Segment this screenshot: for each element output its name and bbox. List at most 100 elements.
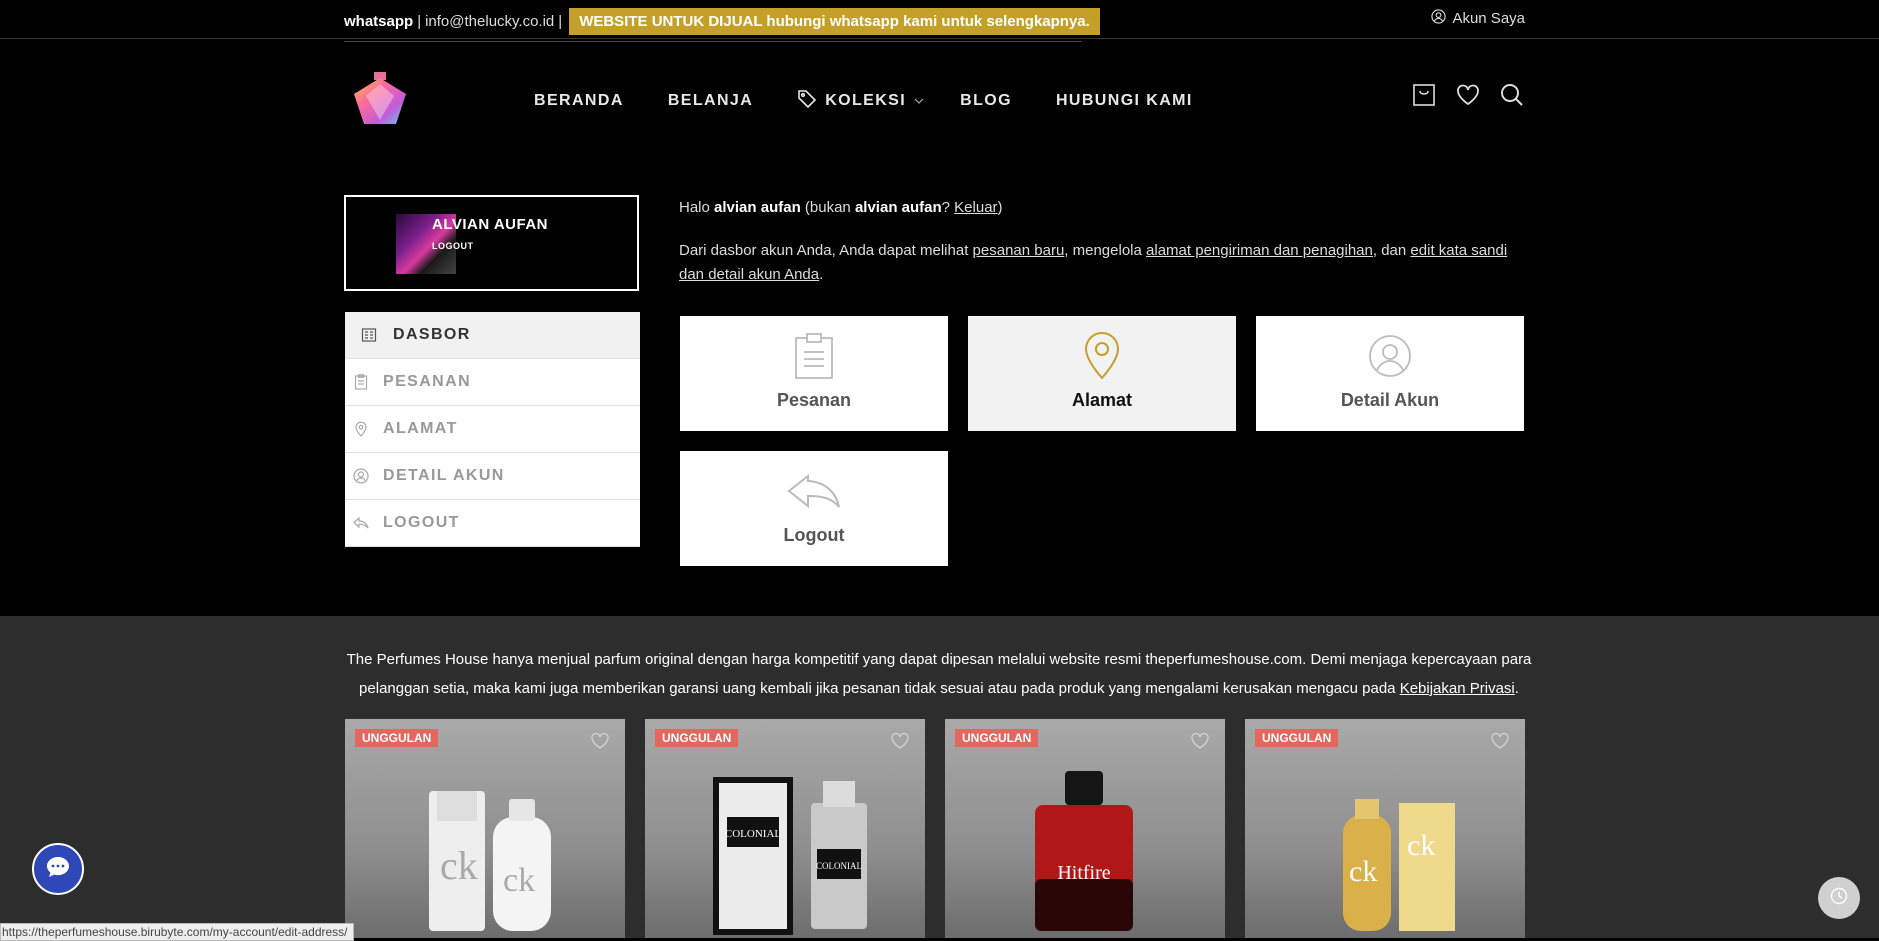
side-item-label: DETAIL AKUN [383,467,505,484]
my-account-link[interactable]: Akun Saya [1431,9,1525,28]
card-logout[interactable]: Logout [680,451,948,566]
clipboard-icon [794,330,834,382]
greeting-question: ? [941,199,950,216]
card-label: Pesanan [776,390,852,410]
guarantee-notice: The Perfumes House hanya menjual parfum … [344,645,1534,703]
card-alamat[interactable]: Alamat [968,316,1236,431]
svg-text:COLONIAL: COLONIAL [725,828,781,840]
reply-icon [351,516,371,530]
side-item-label: PESANAN [383,373,472,390]
nav-blog[interactable]: BLOG [960,88,1012,113]
user-icon [351,468,371,484]
side-item-detail-akun[interactable]: DETAIL AKUN [345,453,640,500]
product-card[interactable]: ck ck UNGGULAN [1245,719,1525,938]
card-pesanan[interactable]: Pesanan [680,316,948,431]
nav-label: KOLEKSI [825,91,907,109]
heart-icon[interactable] [1455,82,1481,113]
svg-text:ck: ck [1349,855,1377,888]
header-icons [1411,82,1525,113]
product-image: Hitfire [1035,771,1133,931]
nav-label: BELANJA [667,91,754,109]
featured-badge: UNGGULAN [355,729,439,747]
separator: | [417,13,422,30]
orders-link[interactable]: pesanan baru [973,242,1065,259]
map-pin-icon [351,421,371,437]
dashboard-icon [359,327,379,343]
featured-badge: UNGGULAN [655,729,739,747]
greeting: Halo alvian aufan (bukan alvian aufan? K… [679,196,1519,220]
svg-text:Hitfire: Hitfire [1057,862,1110,884]
top-bar: whatsapp | info@thelucky.co.id | WEBSITE… [0,0,1879,39]
product-image: ck ck [1343,799,1455,931]
cart-icon[interactable] [1411,82,1437,113]
profile-name: ALVIAN AUFAN [432,216,548,233]
greeting-not: (bukan [804,199,851,216]
clipboard-icon [351,374,371,390]
email-link[interactable]: info@thelucky.co.id [425,13,554,30]
wishlist-heart-icon[interactable] [591,732,609,754]
side-item-label: LOGOUT [383,514,460,531]
card-detail-akun[interactable]: Detail Akun [1256,316,1524,431]
side-item-alamat[interactable]: ALAMAT [345,406,640,453]
addresses-link[interactable]: alamat pengiriman dan penagihan [1146,242,1373,259]
intro-part: , mengelola [1064,242,1142,259]
profile-logout-link[interactable]: LOGOUT [432,241,474,251]
product-card[interactable]: COLONIAL COLONIAL UNGGULAN [645,719,925,938]
chat-bubble-icon [46,856,70,883]
status-bar-url: https://theperfumeshouse.birubyte.com/my… [0,923,354,941]
svg-text:ck: ck [503,862,535,899]
side-item-pesanan[interactable]: PESANAN [345,359,640,406]
keluar-link[interactable]: Keluar [954,199,997,216]
nav-label: HUBUNGI KAMI [1055,91,1193,109]
svg-text:ck: ck [1407,829,1435,862]
whatsapp-label[interactable]: whatsapp [344,13,413,30]
intro-text: Dari dasbor akun Anda, Anda dapat meliha… [679,239,1519,287]
featured-badge: UNGGULAN [955,729,1039,747]
greeting-name: alvian aufan [714,199,801,216]
nav-beranda[interactable]: BERANDA [534,88,624,113]
svg-text:COLONIAL: COLONIAL [816,861,862,871]
intro-part: . [819,266,824,283]
user-icon [1368,330,1412,382]
notice-text: The Perfumes House hanya menjual parfum … [346,651,1532,697]
account-dashboard-text: Halo alvian aufan (bukan alvian aufan? K… [679,196,1519,287]
site-logo[interactable] [344,70,416,130]
account-side-menu: DASBOR PESANAN ALAMAT DETAIL AKUN LOGOUT [345,312,640,547]
wishlist-heart-icon[interactable] [1191,732,1209,754]
wishlist-heart-icon[interactable] [1491,732,1509,754]
clock-icon [1830,887,1848,910]
product-card[interactable]: Hitfire UNGGULAN [945,719,1225,938]
search-icon[interactable] [1499,82,1525,113]
intro-part: Dari dasbor akun Anda, Anda dapat meliha… [679,242,969,259]
card-label: Alamat [1071,390,1133,410]
separator: | [558,13,563,30]
my-account-label: Akun Saya [1452,10,1525,27]
contact-info: whatsapp | info@thelucky.co.id | WEBSITE… [344,8,1100,35]
side-item-label: ALAMAT [383,420,458,437]
featured-badge: UNGGULAN [1255,729,1339,747]
notice-end: . [1514,680,1519,697]
intro-part: , dan [1372,242,1407,259]
side-item-logout[interactable]: LOGOUT [345,500,640,547]
nav-koleksi[interactable]: KOLEKSI [797,88,924,113]
privacy-policy-link[interactable]: Kebijakan Privasi [1400,680,1515,697]
nav-hubungi-kami[interactable]: HUBUNGI KAMI [1056,88,1193,113]
profile-card: ALVIAN AUFAN LOGOUT [344,195,639,291]
nav-belanja[interactable]: BELANJA [668,88,753,113]
product-image: ck ck [429,791,551,931]
card-label: Detail Akun [1340,390,1440,410]
history-button[interactable] [1818,877,1860,919]
map-pin-icon [1084,330,1120,382]
wishlist-heart-icon[interactable] [891,732,909,754]
chat-button[interactable] [32,843,84,895]
greeting-name-2: alvian aufan [854,199,942,216]
nav-label: BLOG [960,91,1012,109]
reply-icon [786,465,842,517]
sale-banner[interactable]: WEBSITE UNTUK DIJUAL hubungi whatsapp ka… [569,8,1100,35]
user-circle-icon [1431,9,1447,28]
side-item-label: DASBOR [393,326,471,343]
greeting-hello: Halo [679,199,710,216]
svg-text:ck: ck [440,843,478,888]
side-item-dasbor[interactable]: DASBOR [345,312,640,359]
product-card[interactable]: ck ck UNGGULAN [345,719,625,938]
